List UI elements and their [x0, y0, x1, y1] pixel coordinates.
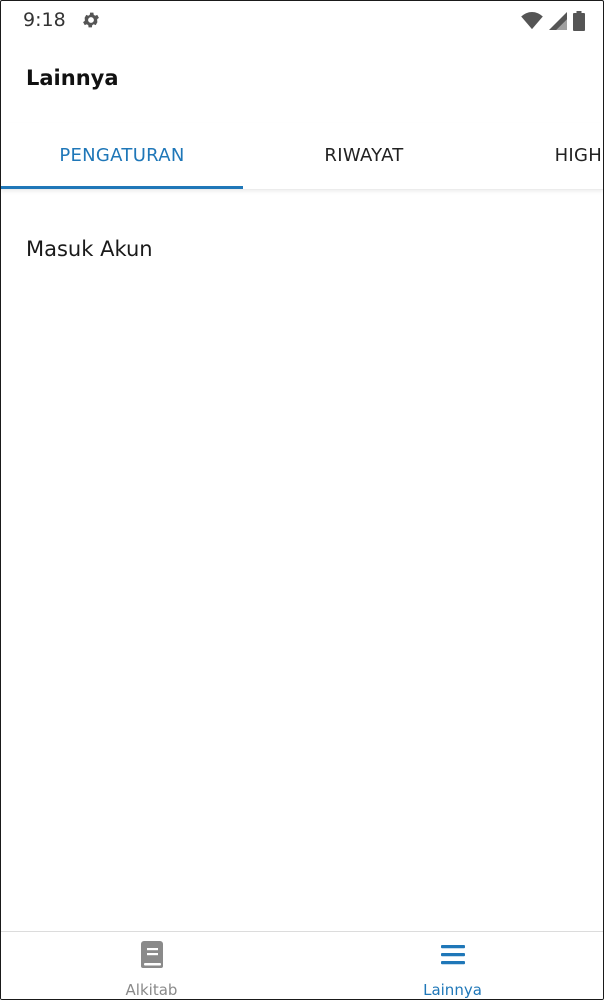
login-account-item[interactable]: Masuk Akun: [26, 237, 153, 261]
phone-screen: 9:18 Lainnya PENGATURAN RIWAYAT HIGHLIGH…: [0, 0, 604, 1000]
nav-label-lainnya: Lainnya: [423, 981, 482, 999]
menu-icon: [440, 945, 465, 965]
status-time: 9:18: [23, 9, 66, 31]
settings-gear-icon: [83, 12, 99, 28]
battery-icon: [573, 11, 585, 31]
tab-riwayat[interactable]: RIWAYAT: [243, 123, 485, 189]
tab-pengaturan[interactable]: PENGATURAN: [1, 123, 243, 189]
nav-item-alkitab[interactable]: Alkitab: [1, 932, 302, 999]
active-tab-indicator: [1, 186, 243, 189]
status-bar: 9:18: [1, 1, 603, 41]
signal-icon: [549, 12, 567, 30]
tab-bar: PENGATURAN RIWAYAT HIGHLIGHT: [1, 123, 603, 190]
book-icon: [140, 941, 163, 968]
tab-highlight[interactable]: HIGHLIGHT: [485, 123, 603, 189]
wifi-icon: [521, 12, 543, 30]
status-icons: [521, 10, 585, 32]
bottom-navigation: Alkitab Lainnya: [1, 931, 603, 999]
page-title: Lainnya: [26, 66, 119, 90]
nav-label-alkitab: Alkitab: [125, 981, 178, 999]
nav-item-lainnya[interactable]: Lainnya: [302, 932, 603, 999]
